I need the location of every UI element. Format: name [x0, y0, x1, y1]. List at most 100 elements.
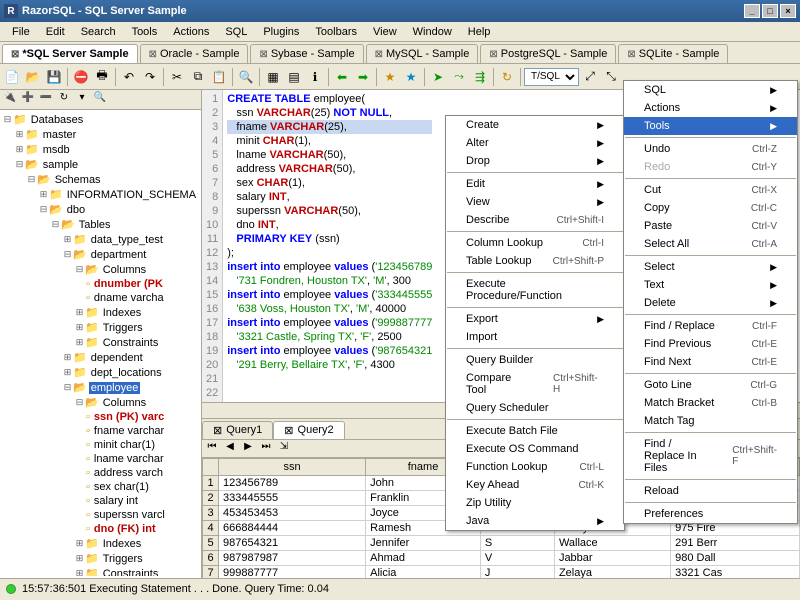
- tree-node[interactable]: ▫dnumber (PK: [2, 277, 199, 291]
- context-menu-tools[interactable]: Create▶Alter▶Drop▶Edit▶View▶DescribeCtrl…: [445, 115, 625, 531]
- menu-item[interactable]: Alter▶: [446, 134, 624, 152]
- execute-icon[interactable]: ➤: [428, 67, 448, 87]
- tree-node[interactable]: ⊞📁msdb: [2, 142, 199, 157]
- cell[interactable]: 3321 Cas: [671, 566, 800, 579]
- result-prev-icon[interactable]: ◀: [222, 441, 238, 457]
- menu-item[interactable]: Function LookupCtrl-L: [446, 458, 624, 476]
- tree-node[interactable]: ⊟📂department: [2, 247, 199, 262]
- tree-node[interactable]: ▫superssn varcl: [2, 508, 199, 522]
- tree-node[interactable]: ⊞📁Indexes: [2, 305, 199, 320]
- bookmark-add-icon[interactable]: ★: [380, 67, 400, 87]
- tree-node[interactable]: ⊞📁data_type_test: [2, 232, 199, 247]
- doc-tab[interactable]: ⊠MySQL - Sample: [366, 44, 479, 63]
- columns-icon[interactable]: ▤: [284, 67, 304, 87]
- table-row[interactable]: 5987654321JenniferSWallace291 Berr: [203, 536, 800, 551]
- menu-item[interactable]: Query Scheduler: [446, 399, 624, 417]
- cell[interactable]: Jennifer: [366, 536, 481, 551]
- menu-item[interactable]: Execute Batch File: [446, 422, 624, 440]
- close-tab-icon[interactable]: ⊠: [284, 424, 293, 437]
- result-first-icon[interactable]: ⏮: [204, 441, 220, 457]
- tree-node[interactable]: ▫sex char(1): [2, 480, 199, 494]
- tree-node[interactable]: ⊞📁dept_locations: [2, 365, 199, 380]
- tree-node[interactable]: ▫minit char(1): [2, 438, 199, 452]
- plus-icon[interactable]: ➕: [20, 92, 36, 108]
- menu-item[interactable]: Text▶: [624, 276, 797, 294]
- table-row[interactable]: 6987987987AhmadVJabbar980 Dall: [203, 551, 800, 566]
- tree-node[interactable]: ⊞📁Indexes: [2, 536, 199, 551]
- find-icon[interactable]: 🔍: [236, 67, 256, 87]
- cell[interactable]: 980 Dall: [671, 551, 800, 566]
- tree-node[interactable]: ▫lname varchar: [2, 452, 199, 466]
- cell[interactable]: Wallace: [554, 536, 670, 551]
- doc-tab[interactable]: ⊠SQLite - Sample: [618, 44, 728, 63]
- cell[interactable]: 987654321: [219, 536, 366, 551]
- menu-item[interactable]: Find / ReplaceCtrl-F: [624, 317, 797, 335]
- cell[interactable]: 123456789: [219, 476, 366, 491]
- doc-tab[interactable]: ⊠PostgreSQL - Sample: [480, 44, 616, 63]
- result-last-icon[interactable]: ⏭: [258, 441, 274, 457]
- menu-window[interactable]: Window: [405, 24, 460, 40]
- minimize-button[interactable]: _: [744, 4, 760, 18]
- menu-item[interactable]: Find PreviousCtrl-E: [624, 335, 797, 353]
- menu-item[interactable]: DescribeCtrl+Shift-I: [446, 211, 624, 229]
- doc-tab[interactable]: ⊠Sybase - Sample: [250, 44, 363, 63]
- menu-item[interactable]: Query Builder: [446, 351, 624, 369]
- tree-node[interactable]: ⊞📁Triggers: [2, 551, 199, 566]
- cell[interactable]: 291 Berr: [671, 536, 800, 551]
- cell[interactable]: 666884444: [219, 521, 366, 536]
- cell[interactable]: 987987987: [219, 551, 366, 566]
- menu-sql[interactable]: SQL: [217, 24, 255, 40]
- row-header[interactable]: 3: [203, 506, 219, 521]
- context-menu-main[interactable]: SQL▶Actions▶Tools▶UndoCtrl-ZRedoCtrl-YCu…: [623, 80, 798, 524]
- code-area[interactable]: CREATE TABLE employee( ssn VARCHAR(25) N…: [223, 90, 436, 402]
- tree-node[interactable]: ⊞📁Constraints: [2, 566, 199, 576]
- collapse-icon[interactable]: ⤡: [601, 67, 621, 87]
- menu-item[interactable]: Zip Utility: [446, 494, 624, 512]
- query-tab[interactable]: ⊠Query1: [202, 421, 273, 439]
- tree-node[interactable]: ▫ssn (PK) varc: [2, 410, 199, 424]
- execute-all-icon[interactable]: ⇶: [470, 67, 490, 87]
- menu-item[interactable]: Java▶: [446, 512, 624, 530]
- menu-actions[interactable]: Actions: [165, 24, 217, 40]
- cell[interactable]: S: [480, 536, 554, 551]
- menu-item[interactable]: Export▶: [446, 310, 624, 328]
- cell[interactable]: V: [480, 551, 554, 566]
- doc-tab[interactable]: ⊠*SQL Server Sample: [2, 44, 138, 63]
- menu-item[interactable]: Actions▶: [624, 99, 797, 117]
- menu-item[interactable]: Find / Replace In FilesCtrl+Shift-F: [624, 435, 797, 477]
- tree-node[interactable]: ⊟📂Columns: [2, 262, 199, 277]
- tree-node[interactable]: ⊞📁Triggers: [2, 320, 199, 335]
- menu-item[interactable]: Create▶: [446, 116, 624, 134]
- menu-file[interactable]: File: [4, 24, 38, 40]
- tree-node[interactable]: ⊟📂employee: [2, 380, 199, 395]
- refresh-icon[interactable]: ↻: [497, 67, 517, 87]
- tree-node[interactable]: ▫salary int: [2, 494, 199, 508]
- close-tab-icon[interactable]: ⊠: [375, 49, 383, 60]
- table-icon[interactable]: ▦: [263, 67, 283, 87]
- tree-node[interactable]: ⊟📂sample: [2, 157, 199, 172]
- menu-edit[interactable]: Edit: [38, 24, 73, 40]
- disconnect-icon[interactable]: ⛔: [71, 67, 91, 87]
- menu-item[interactable]: Goto LineCtrl-G: [624, 376, 797, 394]
- menu-item[interactable]: Preferences: [624, 505, 797, 523]
- cell[interactable]: 999887777: [219, 566, 366, 579]
- syntax-combo[interactable]: T/SQL: [524, 68, 579, 86]
- menu-item[interactable]: PasteCtrl-V: [624, 217, 797, 235]
- sync-icon[interactable]: ↻: [56, 92, 72, 108]
- tree-node[interactable]: ⊟📂Schemas: [2, 172, 199, 187]
- menu-item[interactable]: Execute OS Command: [446, 440, 624, 458]
- nav-fwd-icon[interactable]: ➡: [353, 67, 373, 87]
- maximize-button[interactable]: □: [762, 4, 778, 18]
- tree-node[interactable]: ⊞📁dependent: [2, 350, 199, 365]
- print-icon[interactable]: 🖶: [92, 67, 112, 87]
- info-icon[interactable]: ℹ: [305, 67, 325, 87]
- menu-item[interactable]: Reload: [624, 482, 797, 500]
- row-header[interactable]: 2: [203, 491, 219, 506]
- column-header[interactable]: ssn: [219, 459, 366, 476]
- menu-item[interactable]: Match Tag: [624, 412, 797, 430]
- menu-item[interactable]: Key AheadCtrl-K: [446, 476, 624, 494]
- tree-node[interactable]: ⊞📁INFORMATION_SCHEMA: [2, 187, 199, 202]
- minus-icon[interactable]: ➖: [38, 92, 54, 108]
- new-icon[interactable]: 📄: [2, 67, 22, 87]
- close-tab-icon[interactable]: ⊠: [489, 49, 497, 60]
